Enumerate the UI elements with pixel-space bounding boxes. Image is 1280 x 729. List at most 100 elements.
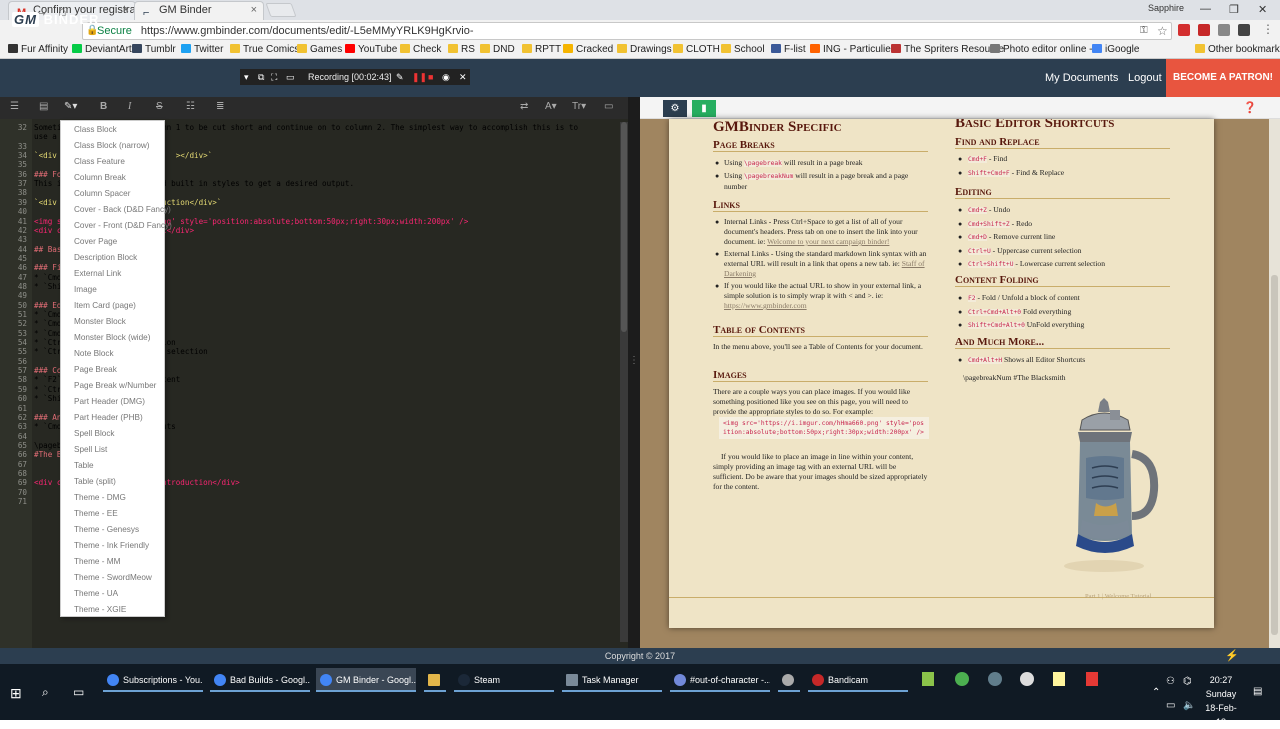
taskbar-item[interactable]: Steam — [454, 668, 554, 692]
bold-icon[interactable]: B — [100, 101, 107, 112]
bookmark[interactable]: Drawings — [617, 44, 672, 55]
settings-icon[interactable]: ⚙ — [663, 100, 687, 117]
screen-icon[interactable]: ▭ — [1166, 700, 1175, 711]
snippet-menu-item[interactable]: Theme - UA — [74, 589, 118, 598]
chevron-up-icon[interactable]: ⌃ — [1152, 687, 1160, 698]
bookmark[interactable]: School — [721, 44, 765, 55]
network-icon[interactable]: ⌬ — [1183, 676, 1192, 687]
snippet-menu-item[interactable]: Class Block (narrow) — [74, 141, 150, 150]
snippet-menu-item[interactable]: Monster Block (wide) — [74, 333, 150, 342]
snippet-menu-item[interactable]: Image — [74, 285, 97, 294]
italic-icon[interactable]: I — [128, 101, 131, 112]
snippet-menu-item[interactable]: Column Break — [74, 173, 126, 182]
logout-link[interactable]: Logout — [1128, 72, 1162, 84]
snippet-menu-item[interactable]: Theme - MM — [74, 557, 120, 566]
close-icon[interactable]: × — [251, 2, 257, 19]
snippet-menu-item[interactable]: Spell List — [74, 445, 107, 454]
url-link[interactable]: https://www.gmbinder.com — [724, 301, 807, 310]
gmbinder-logo[interactable]: GM BINDER — [12, 12, 99, 27]
bookmark-icon[interactable]: ▮ — [692, 100, 716, 117]
star-icon[interactable]: ☆ — [1157, 24, 1169, 38]
taskbar-item-active[interactable]: GM Binder - Googl... — [316, 668, 416, 692]
browser-tab-active[interactable]: ⌐ GM Binder × — [134, 1, 264, 20]
internal-link[interactable]: Welcome to your next campaign binder! — [767, 237, 889, 246]
windows-start-icon[interactable]: ⊞ — [10, 685, 22, 702]
taskbar-item[interactable]: Bandicam — [808, 668, 908, 692]
pause-icon[interactable]: ❚❚ — [412, 69, 427, 85]
taskbar-item[interactable]: Subscriptions - You... — [103, 668, 203, 692]
snippet-menu-item[interactable]: Class Block — [74, 125, 117, 134]
snippet-menu-item[interactable]: Theme - SwordMeow — [74, 573, 152, 582]
snippet-menu-item[interactable]: Theme - DMG — [74, 493, 126, 502]
snippet-menu-item[interactable]: Theme - Genesys — [74, 525, 139, 534]
extension-icon[interactable] — [1218, 24, 1230, 36]
snippet-menu-item[interactable]: External Link — [74, 269, 121, 278]
notifications-icon[interactable]: ▤ — [1253, 686, 1262, 697]
text-transform-icon[interactable]: Tr▾ — [572, 101, 586, 112]
bookmark[interactable]: RPTT — [522, 44, 561, 55]
taskbar-item[interactable] — [424, 668, 446, 692]
bookmark[interactable]: CLOTH — [673, 44, 720, 55]
volume-icon[interactable]: 🔈 — [1183, 700, 1195, 711]
snippet-menu-item[interactable]: Cover Page — [74, 237, 117, 246]
snippet-wand-icon[interactable]: ✎▾ — [64, 101, 77, 112]
bookmark[interactable]: Twitter — [181, 44, 223, 55]
obs-icon[interactable] — [1020, 672, 1034, 689]
bookmark[interactable]: F-list — [771, 44, 806, 55]
key-icon[interactable]: ⚿ — [1140, 25, 1152, 37]
bookmark[interactable]: ING - Particulier — [810, 44, 894, 55]
taskbar-item[interactable]: Bad Builds - Googl... — [210, 668, 310, 692]
bookmark[interactable]: Games — [297, 44, 342, 55]
task-view-icon[interactable]: ▭ — [73, 685, 84, 699]
save-icon[interactable]: ▤ — [39, 101, 48, 112]
snippet-menu-item[interactable]: Page Break — [74, 365, 117, 374]
snippet-menu-item[interactable]: Page Break w/Number — [74, 381, 156, 390]
close-icon[interactable]: × — [123, 2, 129, 19]
pencil-icon[interactable]: ✎ — [396, 69, 404, 85]
ordered-list-icon[interactable]: ≣ — [216, 101, 224, 112]
extension-icon[interactable] — [1238, 24, 1250, 36]
bookmark[interactable]: DeviantArt — [72, 44, 132, 55]
snippet-menu-item[interactable]: Theme - XGIE — [74, 605, 126, 614]
drag-handle-icon[interactable]: ⋮ — [629, 355, 639, 366]
bookmark[interactable]: True Comics — [230, 44, 299, 55]
bookmark[interactable]: Fur Affinity — [8, 44, 68, 55]
bookmark[interactable]: Check — [400, 44, 441, 55]
close-icon[interactable]: ✕ — [459, 69, 467, 85]
help-icon[interactable]: ❓ — [1243, 101, 1257, 114]
taskbar-item[interactable]: Task Manager — [562, 668, 662, 692]
snippet-menu-item[interactable]: Cover - Back (D&D Fancy) — [74, 205, 171, 214]
window-icon[interactable]: ⧉ — [258, 69, 264, 85]
pane-splitter[interactable]: ⋮ — [628, 97, 640, 648]
maximize-icon[interactable]: ❐ — [1229, 3, 1239, 16]
app-icon[interactable] — [955, 672, 969, 689]
snippet-menu-item[interactable]: Monster Block — [74, 317, 126, 326]
split-view-icon[interactable]: ▭ — [604, 101, 613, 112]
become-patron-button[interactable]: BECOME A PATRON! — [1166, 59, 1280, 97]
bookmark[interactable]: YouTube — [345, 44, 397, 55]
profile-name[interactable]: Sapphire — [1148, 3, 1184, 13]
bookmark[interactable]: Photo editor online - — [990, 44, 1093, 55]
snippet-menu-item[interactable]: Spell Block — [74, 429, 115, 438]
notepad-icon[interactable] — [922, 672, 934, 689]
url-input[interactable]: 🔒 Secure https://www.gmbinder.com/docume… — [82, 22, 1172, 40]
menu-icon[interactable]: ⋮ — [1262, 22, 1274, 36]
search-icon[interactable]: ⌕ — [42, 685, 49, 700]
bookmark[interactable]: Cracked — [563, 44, 613, 55]
bookmark[interactable]: Tumblr — [132, 44, 176, 55]
taskbar-item[interactable] — [778, 668, 800, 692]
strikethrough-icon[interactable]: S — [156, 101, 163, 112]
snippet-menu-item[interactable]: Item Card (page) — [74, 301, 136, 310]
editor-scroll-thumb[interactable] — [621, 122, 627, 332]
minimize-icon[interactable]: — — [1200, 3, 1211, 15]
bookmark[interactable]: The Spriters Resource — [891, 44, 1004, 55]
close-window-icon[interactable]: ✕ — [1258, 3, 1267, 16]
unordered-list-icon[interactable]: ☷ — [186, 101, 195, 112]
swap-icon[interactable]: ⇄ — [520, 101, 528, 112]
bookmark[interactable]: DND — [480, 44, 515, 55]
snippet-menu-item[interactable]: Part Header (DMG) — [74, 397, 145, 406]
other-bookmarks[interactable]: Other bookmarks — [1195, 44, 1280, 55]
people-icon[interactable]: ⚇ — [1166, 676, 1175, 687]
new-tab-button[interactable] — [265, 3, 297, 17]
sticky-notes-icon[interactable] — [1053, 672, 1065, 689]
